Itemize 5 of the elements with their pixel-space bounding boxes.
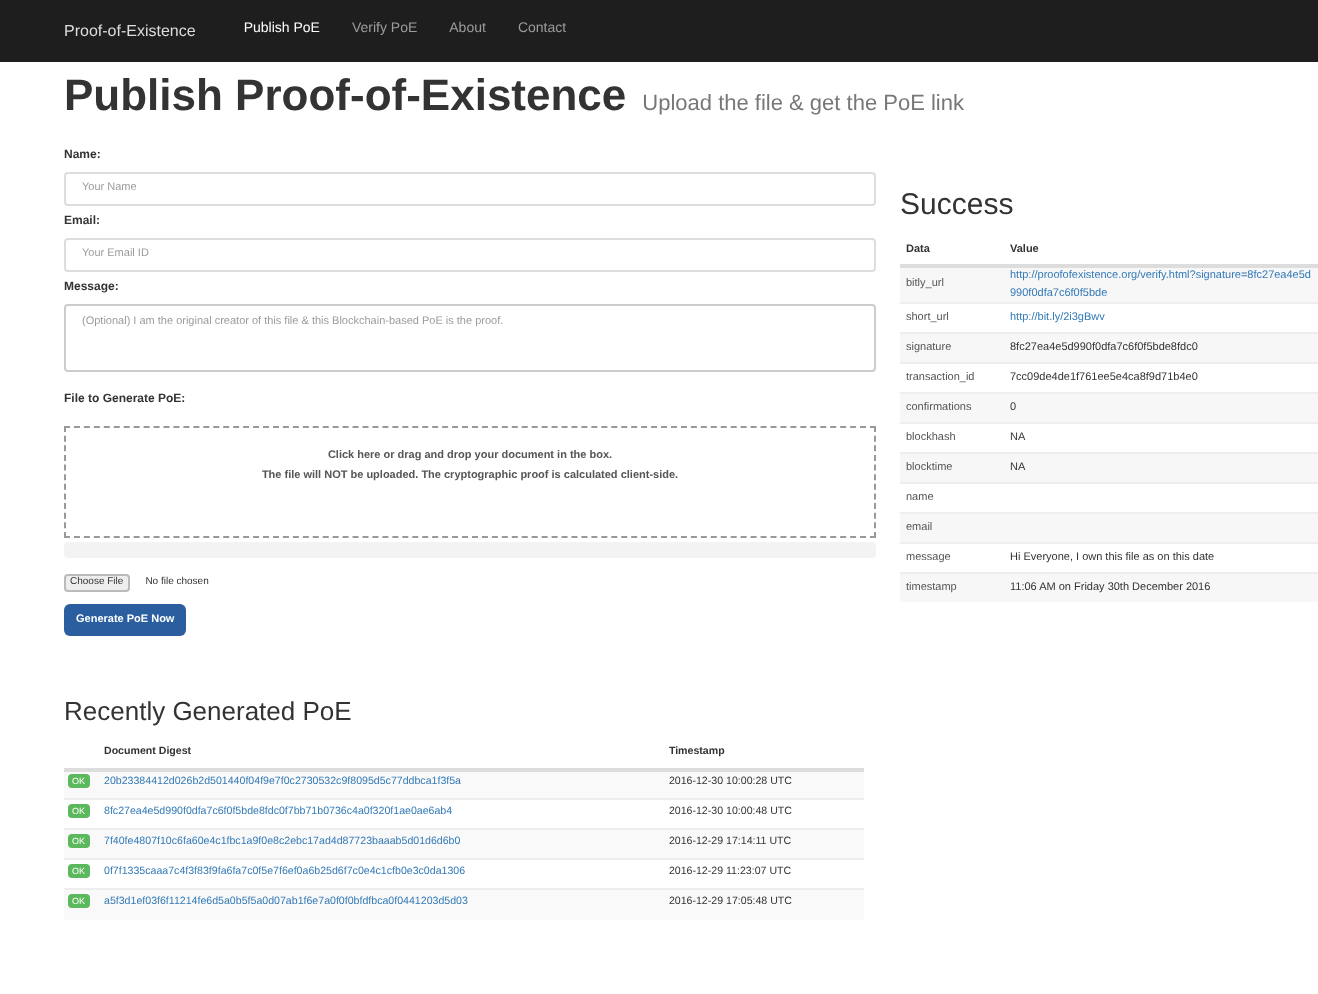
page-title: Publish Proof-of-Existence [64,68,627,123]
page-subtitle: Upload the file & get the PoE link [642,90,964,120]
brand-link[interactable]: Proof-of-Existence [64,19,196,43]
section-heading: Recently Generated PoE [64,694,354,731]
success-heading: Success [900,185,1016,225]
